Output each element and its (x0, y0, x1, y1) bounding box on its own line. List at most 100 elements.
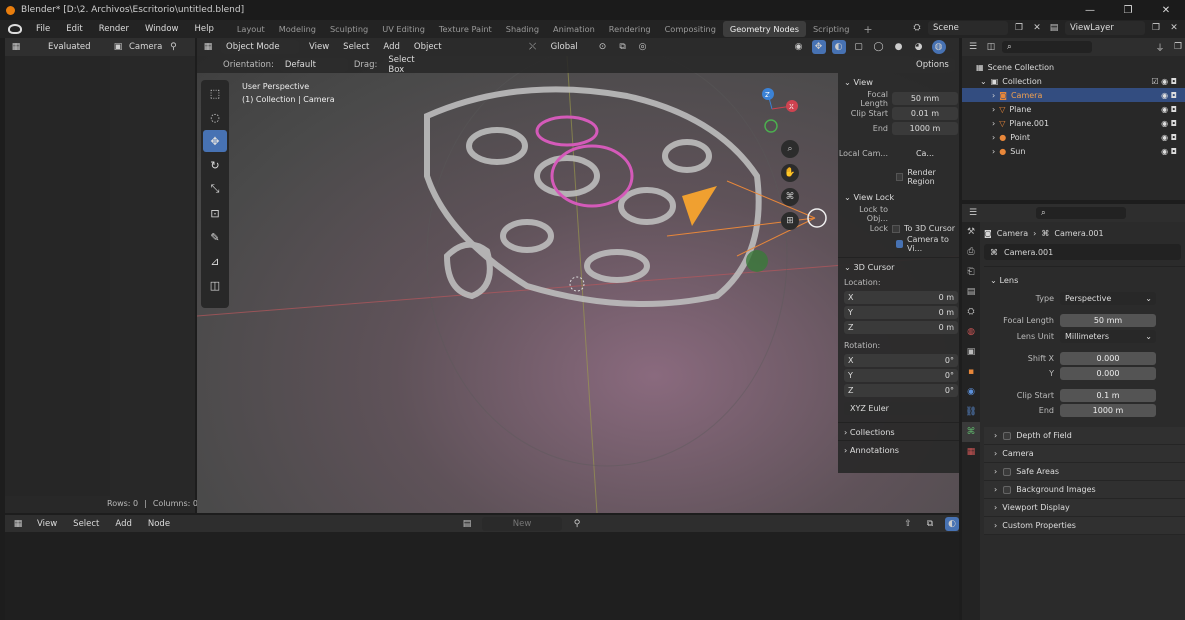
menu-help[interactable]: Help (186, 24, 221, 34)
parent-node-icon[interactable]: ⇧ (901, 517, 915, 531)
pan-hand-icon[interactable]: ✋ (781, 164, 799, 182)
visibility-eye-icon[interactable]: ◉ ◘ (1161, 147, 1177, 156)
viewport-menu-add[interactable]: Add (379, 42, 403, 52)
expand-icon[interactable]: › (992, 91, 995, 100)
camera-data-tab-icon[interactable]: ⌘ (962, 422, 980, 442)
safe-areas-panel[interactable]: › Safe Areas (984, 463, 1185, 481)
expand-icon[interactable]: › (992, 147, 995, 156)
expand-icon[interactable]: › (992, 133, 995, 142)
material-shading-icon[interactable]: ◕ (912, 40, 926, 54)
viewport-editor-type-icon[interactable]: ▦ (201, 40, 215, 54)
focal-length-field[interactable]: 50 mm (1060, 313, 1156, 327)
background-images-panel[interactable]: › Background Images (984, 481, 1185, 499)
node-tree-type-icon[interactable]: ▤ (460, 517, 474, 531)
minimize-button[interactable]: — (1071, 0, 1109, 20)
outliner-editor-type-icon[interactable]: ☰ (966, 40, 980, 54)
scene-field[interactable]: Scene (928, 21, 1008, 35)
visibility-eye-icon[interactable]: ◉ ◘ (1161, 91, 1177, 100)
constraints-tab-icon[interactable]: ⛓ (962, 402, 980, 422)
lens-panel-header[interactable]: ⌄ Lens (984, 271, 1185, 289)
wireframe-shading-icon[interactable]: ◯ (872, 40, 886, 54)
lens-type-dropdown[interactable]: Perspective ⌄ (1060, 291, 1156, 305)
measure-tool-icon[interactable]: ⊿ (203, 250, 227, 272)
rotate-tool-icon[interactable]: ↻ (203, 154, 227, 176)
add-workspace-button[interactable]: + (856, 20, 879, 39)
3d-cursor-header[interactable]: ⌄ 3D Cursor (838, 257, 959, 275)
render-tab-icon[interactable]: ⎙ (962, 242, 980, 262)
close-button[interactable]: ✕ (1147, 0, 1185, 20)
node-menu-select[interactable]: Select (69, 519, 103, 529)
properties-editor-type-icon[interactable]: ☰ (966, 206, 980, 220)
expand-icon[interactable]: ⌄ (980, 77, 987, 86)
viewlayer-icon[interactable]: ▤ (1047, 21, 1061, 35)
tab-sculpting[interactable]: Sculpting (323, 21, 375, 37)
cursor-tool-icon[interactable]: ◌ (203, 106, 227, 128)
output-tab-icon[interactable]: ⎗ (962, 262, 980, 282)
annotate-tool-icon[interactable]: ✎ (203, 226, 227, 248)
editor-type-icon[interactable]: ▦ (9, 40, 23, 54)
filter-icon[interactable]: ⏚ (1153, 40, 1167, 54)
tool-tab-icon[interactable]: ⚒ (962, 222, 980, 242)
render-region-checkbox[interactable] (896, 172, 904, 181)
new-node-tree-button[interactable]: New (482, 516, 563, 531)
menu-file[interactable]: File (28, 24, 58, 34)
camera-to-view-checkbox[interactable] (896, 239, 903, 248)
np-local-camera-field[interactable]: Ca... (892, 147, 958, 160)
datablock-field[interactable]: ⌘ Camera.001 (984, 244, 1181, 260)
ortho-grid-icon[interactable]: ⊞ (781, 212, 799, 230)
visibility-eye-icon[interactable]: ☑ ◉ ◘ (1151, 77, 1177, 86)
drag-dropdown[interactable]: Select Box (383, 55, 434, 75)
tab-animation[interactable]: Animation (546, 21, 602, 37)
outliner-row-camera[interactable]: › ◙ Camera ◉ ◘ (962, 88, 1185, 102)
xray-icon[interactable]: ▢ (852, 40, 866, 54)
background-images-checkbox[interactable] (1003, 485, 1012, 494)
transform-tool-icon[interactable]: ⊡ (203, 202, 227, 224)
tab-compositing[interactable]: Compositing (658, 21, 723, 37)
physics-tab-icon[interactable]: ◉ (962, 382, 980, 402)
expand-icon[interactable]: › (992, 105, 995, 114)
node-menu-add[interactable]: Add (111, 519, 135, 529)
clip-start-field[interactable]: 0.1 m (1060, 388, 1156, 402)
visibility-eye-icon[interactable]: ◉ ◘ (1161, 119, 1177, 128)
node-menu-node[interactable]: Node (144, 519, 174, 529)
move-tool-icon[interactable]: ✥ (203, 130, 227, 152)
navigation-gizmo[interactable]: Z X (754, 84, 804, 134)
depth-of-field-panel[interactable]: › Depth of Field (984, 427, 1185, 445)
pin-icon[interactable]: ⚲ (166, 40, 180, 54)
delete-viewlayer-icon[interactable]: ✕ (1167, 21, 1181, 35)
add-cube-tool-icon[interactable]: ◫ (203, 274, 227, 296)
cursor-rot-z-field[interactable]: Z 0° (844, 384, 958, 397)
collection-tab-icon[interactable]: ▣ (962, 342, 980, 362)
outliner-scene-collection[interactable]: ▦ Scene Collection (962, 60, 1185, 74)
custom-properties-panel[interactable]: › Custom Properties (984, 517, 1185, 535)
options-dropdown[interactable]: Options (911, 57, 955, 72)
visibility-eye-icon[interactable]: ◉ ◘ (1161, 133, 1177, 142)
tab-geometry-nodes[interactable]: Geometry Nodes (722, 21, 806, 37)
annotations-header[interactable]: › Annotations (838, 440, 959, 458)
shift-y-field[interactable]: 0.000 (1060, 366, 1156, 380)
expand-icon[interactable]: › (992, 119, 995, 128)
camera-view-icon[interactable]: ⌘ (781, 188, 799, 206)
np-focal-length-field[interactable]: 50 mm (892, 92, 958, 105)
view-panel-header[interactable]: ⌄ View (838, 73, 959, 91)
camera-panel[interactable]: › Camera (984, 445, 1185, 463)
cursor-loc-z-field[interactable]: Z 0 m (844, 321, 958, 334)
proportional-icon[interactable]: ◎ (636, 40, 650, 54)
scene-tab-icon[interactable]: ⛭ (962, 302, 980, 322)
shift-x-field[interactable]: 0.000 (1060, 351, 1156, 365)
snap-icon[interactable]: ⧉ (923, 517, 937, 531)
evaluated-dropdown[interactable]: Evaluated (43, 40, 107, 54)
mode-dropdown[interactable]: Object Mode (221, 40, 299, 54)
world-tab-icon[interactable]: ◍ (962, 322, 980, 342)
menu-render[interactable]: Render (91, 24, 137, 34)
visibility-eye-icon[interactable]: ◉ ◘ (1161, 105, 1177, 114)
visibility-icon[interactable]: ◉ (792, 40, 806, 54)
np-clip-start-field[interactable]: 0.01 m (892, 107, 958, 120)
safe-areas-checkbox[interactable] (1003, 467, 1012, 476)
outliner-row-plane[interactable]: › ▽ Plane ◉ ◘ (962, 102, 1185, 116)
node-editor-type-icon[interactable]: ▦ (11, 517, 25, 531)
tab-uv-editing[interactable]: UV Editing (375, 21, 432, 37)
outliner-row-point[interactable]: › ● Point ◉ ◘ (962, 130, 1185, 144)
overlay-toggle-icon[interactable]: ◐ (945, 516, 959, 531)
menu-edit[interactable]: Edit (58, 24, 90, 34)
